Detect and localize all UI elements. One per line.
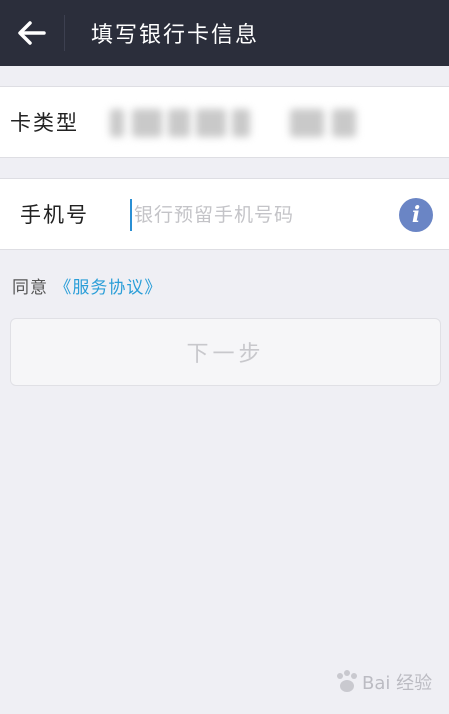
card-type-row[interactable]: 卡类型 [0,86,449,158]
phone-input[interactable] [130,197,380,233]
card-type-label: 卡类型 [10,111,79,135]
service-agreement-link[interactable]: 《服务协议》 [54,278,162,298]
page-title: 填写银行卡信息 [91,23,260,48]
paw-logo-icon [337,670,357,692]
phone-label: 手机号 [20,203,89,227]
agreement-text: 同意 《服务协议》 [12,273,162,298]
info-button[interactable]: i [399,198,433,232]
arrow-left-icon [18,21,46,45]
info-icon: i [411,202,421,228]
back-button[interactable] [0,0,64,66]
top-bar: 填写银行卡信息 [0,0,449,66]
watermark-text: Bai 经验 [362,673,433,694]
card-type-value-blurred [110,109,370,137]
next-step-button[interactable]: 下一步 [10,318,441,386]
header-divider [64,15,65,51]
baidu-jingyan-watermark: Bai 经验 [332,662,442,702]
text-caret [130,199,132,231]
agreement-prefix: 同意 [12,278,48,298]
phone-row: 手机号 i [0,178,449,250]
